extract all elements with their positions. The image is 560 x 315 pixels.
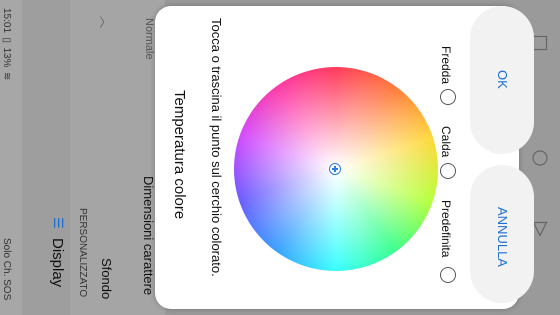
option-label[interactable]: Predefinita — [439, 200, 453, 257]
cancel-button[interactable]: ANNULLA — [470, 165, 534, 303]
option-label[interactable]: Calda — [439, 126, 453, 157]
setting-item-label[interactable]: Sfondo — [99, 258, 114, 299]
color-picker-cursor[interactable] — [329, 163, 341, 175]
dialog-instruction: Tocca o trascina il punto sul cerchio co… — [209, 18, 224, 277]
page-title: Display — [49, 238, 66, 288]
ok-button-label: OK — [495, 70, 510, 89]
battery-percent: 13% — [1, 47, 12, 68]
color-temperature-dialog: Temperatura colore Tocca o trascina il p… — [155, 6, 534, 309]
carrier-text: Solo Ch. SOS — [1, 238, 12, 301]
cancel-button-label: ANNULLA — [495, 207, 510, 267]
battery-icon: ▯ — [1, 37, 12, 43]
settings-list: PERSONALIZZATO Sfondo ︿ Dimensioni carat… — [70, 0, 165, 315]
status-time-group: 15:01 ▯ 13% ≋ — [0, 8, 17, 80]
app-bar: ☰ Display — [22, 0, 70, 315]
radio-calda[interactable] — [440, 163, 456, 179]
back-icon[interactable] — [532, 221, 548, 237]
option-label[interactable]: Fredda — [439, 46, 453, 84]
home-icon[interactable] — [531, 149, 549, 167]
hamburger-icon[interactable]: ☰ — [50, 217, 66, 229]
setting-item-label[interactable]: Dimensioni carattere — [141, 176, 156, 295]
status-time: 15:01 — [1, 8, 12, 34]
status-carrier-group: Solo Ch. SOS — [0, 238, 17, 300]
section-header: PERSONALIZZATO — [77, 208, 88, 298]
setting-item-value: Normale — [143, 18, 155, 60]
ok-button[interactable]: OK — [470, 6, 534, 154]
radio-predefinita[interactable] — [440, 267, 456, 283]
radio-fredda[interactable] — [440, 89, 456, 105]
recents-icon[interactable] — [532, 35, 548, 51]
status-bar: 15:01 ▯ 13% ≋ Solo Ch. SOS — [0, 0, 22, 315]
wifi-icon: ≋ — [1, 71, 12, 81]
chevron-up-icon: ︿ — [98, 16, 112, 29]
dialog-title: Temperatura colore — [171, 90, 188, 220]
